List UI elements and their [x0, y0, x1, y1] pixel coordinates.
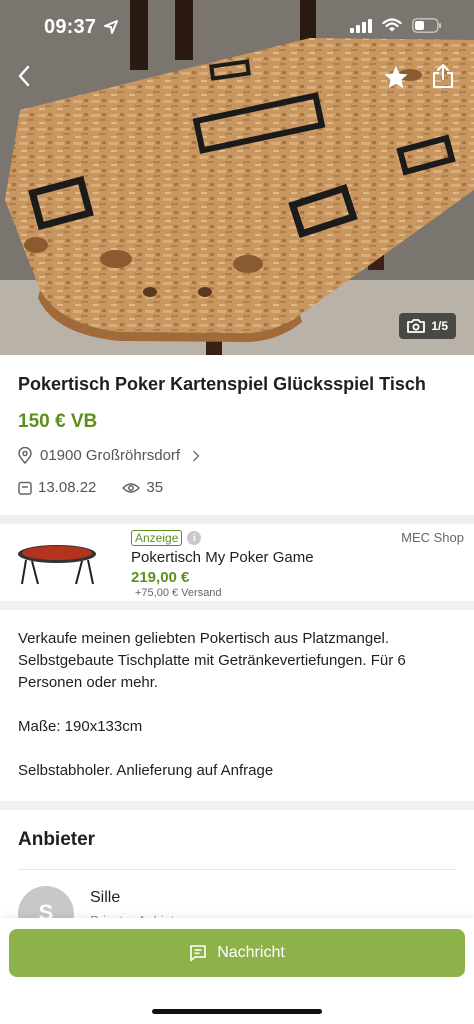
calendar-icon: [18, 481, 32, 495]
photo-counter-text: 1/5: [431, 319, 448, 333]
listing-date: 13.08.22: [38, 479, 97, 496]
section-divider: [0, 601, 474, 610]
status-time: 09:37: [44, 16, 97, 38]
section-divider: [0, 801, 474, 810]
listing-location[interactable]: 01900 Großröhrsdorf: [18, 447, 200, 464]
chat-icon: [190, 945, 207, 962]
seller-divider: [18, 869, 456, 870]
ad-badge: Anzeige i: [131, 530, 202, 546]
listing-meta: 13.08.22 35: [18, 479, 163, 496]
cellular-signal-icon: [350, 18, 372, 33]
location-arrow-icon: [104, 20, 118, 34]
section-divider: [0, 515, 474, 524]
eye-icon: [122, 482, 141, 493]
listing-description: Verkaufe meinen geliebten Pokertisch aus…: [18, 628, 458, 782]
ad-price: 219,00 €: [131, 569, 190, 586]
description-paragraph: Verkaufe meinen geliebten Pokertisch aus…: [18, 630, 406, 691]
description-dimensions: Maße: 190x133cm: [18, 718, 143, 735]
ad-product-image: [18, 545, 96, 585]
wifi-icon: [382, 18, 402, 32]
favorite-button[interactable]: [378, 59, 414, 95]
star-icon: [384, 65, 408, 88]
listing-price: 150 € VB: [18, 411, 98, 432]
chevron-right-icon: [193, 450, 200, 461]
listing-views: 35: [146, 479, 164, 496]
seller-name[interactable]: Sille: [90, 889, 120, 907]
ad-shop: MEC Shop: [401, 530, 464, 545]
listing-info: Pokertisch Poker Kartenspiel Glücksspiel…: [0, 355, 474, 515]
description-pickup: Selbstabholer. Anlieferung auf Anfrage: [18, 762, 274, 779]
battery-icon: [412, 18, 441, 33]
back-icon: [18, 65, 30, 87]
listing-title: Pokertisch Poker Kartenspiel Glücksspiel…: [18, 374, 426, 394]
message-button-label: Nachricht: [217, 944, 285, 961]
photo-counter: 1/5: [399, 313, 456, 339]
info-icon[interactable]: i: [187, 531, 202, 545]
location-text: 01900 Großröhrsdorf: [40, 447, 181, 464]
listing-photo[interactable]: 09:37 1/5: [0, 0, 474, 355]
status-icons: [350, 18, 442, 33]
ad-label: Anzeige: [131, 530, 183, 546]
share-icon: [433, 64, 453, 88]
ad-title: Pokertisch My Poker Game: [131, 549, 314, 566]
camera-icon: [407, 319, 426, 333]
share-button[interactable]: [425, 58, 461, 94]
back-button[interactable]: [6, 58, 42, 94]
message-button[interactable]: Nachricht: [9, 929, 465, 977]
home-indicator: [152, 1009, 322, 1014]
sponsored-ad[interactable]: Anzeige i MEC Shop Pokertisch My Poker G…: [0, 524, 474, 601]
location-pin-icon: [18, 447, 32, 464]
bottom-action-bar: Nachricht: [0, 918, 474, 1024]
seller-heading: Anbieter: [18, 829, 96, 850]
status-bar: 09:37: [0, 0, 474, 56]
ad-shipping: +75,00 € Versand: [135, 587, 222, 599]
